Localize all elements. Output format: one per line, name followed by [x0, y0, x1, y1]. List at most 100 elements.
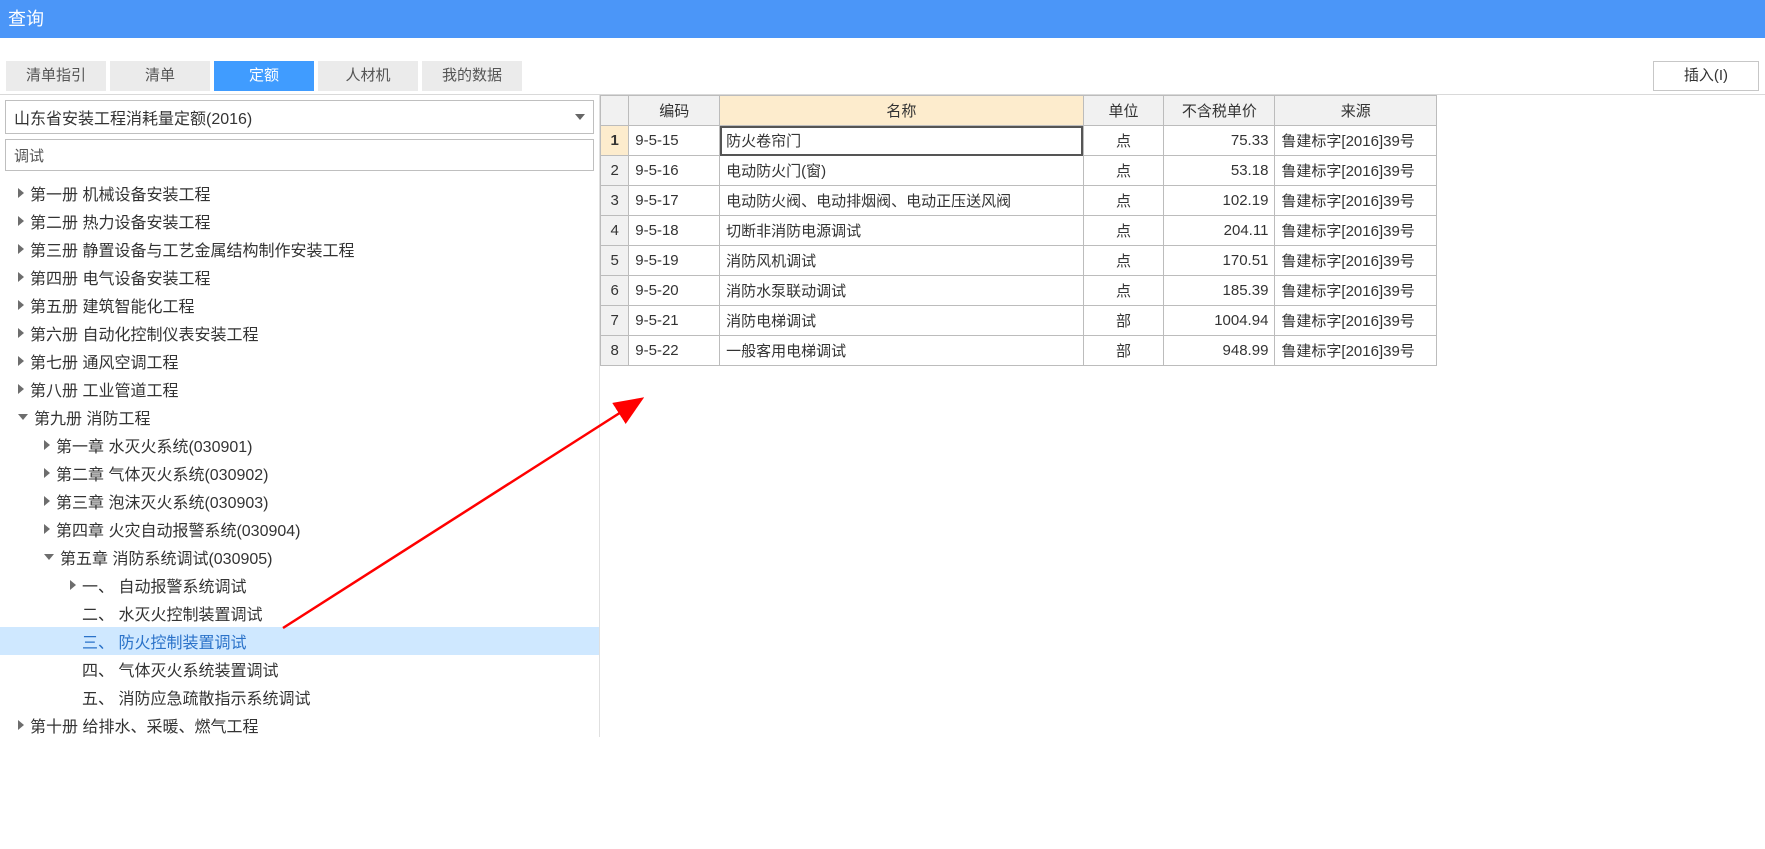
tree-leaf-icon [70, 694, 76, 700]
tree-expander-icon[interactable] [18, 272, 24, 282]
tree-item[interactable]: 第一册 机械设备安装工程 [0, 179, 599, 207]
cell-unit[interactable]: 点 [1083, 156, 1164, 186]
tree-item[interactable]: 第一章 水灭火系统(030901) [0, 431, 599, 459]
tab-4[interactable]: 我的数据 [422, 61, 522, 91]
tab-2[interactable]: 定额 [214, 61, 314, 91]
cell-name[interactable]: 消防电梯调试 [720, 306, 1083, 336]
cell-code[interactable]: 9-5-18 [629, 216, 720, 246]
tree-expander-icon[interactable] [44, 496, 50, 506]
cell-code[interactable]: 9-5-15 [629, 126, 720, 156]
col-source[interactable]: 来源 [1275, 96, 1437, 126]
cell-code[interactable]: 9-5-22 [629, 336, 720, 366]
cell-code[interactable]: 9-5-16 [629, 156, 720, 186]
col-code[interactable]: 编码 [629, 96, 720, 126]
tree-expander-icon[interactable] [18, 216, 24, 226]
tree-expander-icon[interactable] [18, 244, 24, 254]
tree-item[interactable]: 第七册 通风空调工程 [0, 347, 599, 375]
cell-unit[interactable]: 点 [1083, 246, 1164, 276]
col-price[interactable]: 不含税单价 [1164, 96, 1275, 126]
tree-expander-icon[interactable] [18, 188, 24, 198]
tree-item[interactable]: 第二章 气体灭火系统(030902) [0, 459, 599, 487]
cell-name[interactable]: 切断非消防电源调试 [720, 216, 1083, 246]
tree-item[interactable]: 五、 消防应急疏散指示系统调试 [0, 683, 599, 711]
dataset-select[interactable]: 山东省安装工程消耗量定额(2016) [5, 100, 594, 134]
tree-item[interactable]: 一、 自动报警系统调试 [0, 571, 599, 599]
tree-item[interactable]: 第九册 消防工程 [0, 403, 599, 431]
tree-expander-icon[interactable] [70, 580, 76, 590]
cell-code[interactable]: 9-5-19 [629, 246, 720, 276]
tree-leaf-icon [70, 666, 76, 672]
table-row[interactable]: 69-5-20消防水泵联动调试点185.39鲁建标字[2016]39号 [601, 276, 1437, 306]
tree-item[interactable]: 第二册 热力设备安装工程 [0, 207, 599, 235]
cell-code[interactable]: 9-5-17 [629, 186, 720, 216]
cell-unit[interactable]: 部 [1083, 336, 1164, 366]
tree-item[interactable]: 第五册 建筑智能化工程 [0, 291, 599, 319]
table-row[interactable]: 59-5-19消防风机调试点170.51鲁建标字[2016]39号 [601, 246, 1437, 276]
table-row[interactable]: 79-5-21消防电梯调试部1004.94鲁建标字[2016]39号 [601, 306, 1437, 336]
cell-source[interactable]: 鲁建标字[2016]39号 [1275, 126, 1437, 156]
cell-unit[interactable]: 点 [1083, 186, 1164, 216]
cell-price[interactable]: 948.99 [1164, 336, 1275, 366]
cell-unit[interactable]: 点 [1083, 216, 1164, 246]
tree-item[interactable]: 第六册 自动化控制仪表安装工程 [0, 319, 599, 347]
tree-expander-icon[interactable] [18, 300, 24, 310]
tree-expander-icon[interactable] [18, 414, 28, 420]
tree-expander-icon[interactable] [18, 384, 24, 394]
tree-item[interactable]: 第十册 给排水、采暖、燃气工程 [0, 711, 599, 737]
cell-name[interactable]: 电动防火门(窗) [720, 156, 1083, 186]
table-row[interactable]: 39-5-17电动防火阀、电动排烟阀、电动正压送风阀点102.19鲁建标字[20… [601, 186, 1437, 216]
table-row[interactable]: 49-5-18切断非消防电源调试点204.11鲁建标字[2016]39号 [601, 216, 1437, 246]
tab-3[interactable]: 人材机 [318, 61, 418, 91]
tree-item[interactable]: 第三册 静置设备与工艺金属结构制作安装工程 [0, 235, 599, 263]
tree-expander-icon[interactable] [18, 720, 24, 730]
table-row[interactable]: 19-5-15防火卷帘门点75.33鲁建标字[2016]39号 [601, 126, 1437, 156]
tree-expander-icon[interactable] [44, 440, 50, 450]
cell-price[interactable]: 75.33 [1164, 126, 1275, 156]
cell-code[interactable]: 9-5-20 [629, 276, 720, 306]
quota-grid[interactable]: 编码 名称 单位 不含税单价 来源 19-5-15防火卷帘门点75.33鲁建标字… [600, 95, 1437, 366]
tree-item[interactable]: 第三章 泡沫灭火系统(030903) [0, 487, 599, 515]
cell-source[interactable]: 鲁建标字[2016]39号 [1275, 276, 1437, 306]
tree-item[interactable]: 第五章 消防系统调试(030905) [0, 543, 599, 571]
tree-expander-icon[interactable] [44, 554, 54, 560]
tree-expander-icon[interactable] [18, 356, 24, 366]
tree-expander-icon[interactable] [44, 524, 50, 534]
cell-code[interactable]: 9-5-21 [629, 306, 720, 336]
tree-expander-icon[interactable] [18, 328, 24, 338]
cell-source[interactable]: 鲁建标字[2016]39号 [1275, 306, 1437, 336]
col-unit[interactable]: 单位 [1083, 96, 1164, 126]
cell-price[interactable]: 102.19 [1164, 186, 1275, 216]
tree-item[interactable]: 第八册 工业管道工程 [0, 375, 599, 403]
cell-unit[interactable]: 点 [1083, 276, 1164, 306]
cell-name[interactable]: 电动防火阀、电动排烟阀、电动正压送风阀 [720, 186, 1083, 216]
tab-0[interactable]: 清单指引 [6, 61, 106, 91]
tree-item[interactable]: 三、 防火控制装置调试 [0, 627, 599, 655]
cell-source[interactable]: 鲁建标字[2016]39号 [1275, 156, 1437, 186]
cell-source[interactable]: 鲁建标字[2016]39号 [1275, 336, 1437, 366]
cell-price[interactable]: 1004.94 [1164, 306, 1275, 336]
cell-unit[interactable]: 点 [1083, 126, 1164, 156]
cell-price[interactable]: 53.18 [1164, 156, 1275, 186]
filter-input[interactable] [5, 139, 594, 171]
table-row[interactable]: 89-5-22一般客用电梯调试部948.99鲁建标字[2016]39号 [601, 336, 1437, 366]
cell-price[interactable]: 204.11 [1164, 216, 1275, 246]
tree-item[interactable]: 第四册 电气设备安装工程 [0, 263, 599, 291]
tree-item[interactable]: 四、 气体灭火系统装置调试 [0, 655, 599, 683]
tree-expander-icon[interactable] [44, 468, 50, 478]
cell-source[interactable]: 鲁建标字[2016]39号 [1275, 246, 1437, 276]
cell-price[interactable]: 170.51 [1164, 246, 1275, 276]
tree-item[interactable]: 二、 水灭火控制装置调试 [0, 599, 599, 627]
cell-name[interactable]: 一般客用电梯调试 [720, 336, 1083, 366]
cell-name[interactable]: 消防水泵联动调试 [720, 276, 1083, 306]
cell-source[interactable]: 鲁建标字[2016]39号 [1275, 216, 1437, 246]
tree-item[interactable]: 第四章 火灾自动报警系统(030904) [0, 515, 599, 543]
table-row[interactable]: 29-5-16电动防火门(窗)点53.18鲁建标字[2016]39号 [601, 156, 1437, 186]
col-name[interactable]: 名称 [720, 96, 1083, 126]
cell-unit[interactable]: 部 [1083, 306, 1164, 336]
cell-name[interactable]: 防火卷帘门 [720, 126, 1083, 156]
cell-name[interactable]: 消防风机调试 [720, 246, 1083, 276]
tab-1[interactable]: 清单 [110, 61, 210, 91]
cell-price[interactable]: 185.39 [1164, 276, 1275, 306]
cell-source[interactable]: 鲁建标字[2016]39号 [1275, 186, 1437, 216]
insert-button[interactable]: 插入(I) [1653, 61, 1759, 91]
